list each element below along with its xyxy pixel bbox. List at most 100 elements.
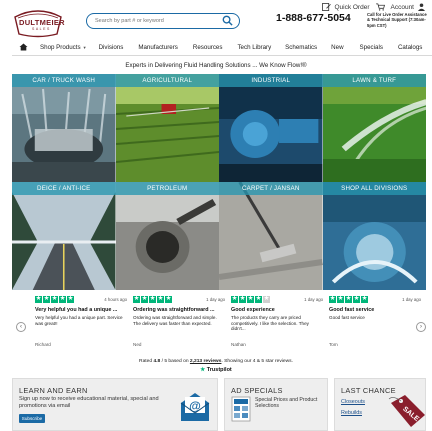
review-body: Ordering was straightforward and simple.…: [133, 315, 217, 326]
cart-icon: [375, 3, 385, 11]
last-chance-panel: LAST CHANCE Closeouts Rebuilds SALE: [334, 378, 426, 431]
lawn-turf-image: [322, 74, 426, 182]
star-icon: [59, 295, 66, 303]
tile-label: INDUSTRIAL: [219, 74, 323, 87]
account-label: Account: [390, 3, 415, 11]
search-input[interactable]: [95, 16, 213, 26]
tile-car-truck-wash[interactable]: CAR / TRUCK WASH: [12, 74, 116, 182]
ad-text: Special Prices and Product Selections: [255, 397, 318, 410]
nav-label: Specials: [359, 43, 383, 51]
rating-pre: Rated: [139, 359, 153, 364]
nav-shop-products[interactable]: Shop Products ▼: [40, 44, 87, 51]
review-title: Ordering was straightforward ...: [133, 307, 215, 313]
star-icon: [149, 295, 156, 303]
star-icon: [247, 295, 254, 303]
reviews-carousel: ‹ › 4 hours ago Very helpful you had a u…: [12, 295, 426, 358]
category-grid: CAR / TRUCK WASH AGRICULTURAL INDUSTRIAL: [12, 74, 426, 290]
star-icon: [337, 295, 344, 303]
review-date: 1 day ago: [206, 297, 225, 302]
tile-industrial[interactable]: INDUSTRIAL: [219, 74, 323, 182]
ad-specials-panel[interactable]: AD SPECIALS Special Prices and Product S…: [224, 378, 328, 431]
review-body: Good fast service: [329, 315, 365, 320]
rating-summary: Rated 4.8 / 5 based on 2,213 reviews. Sh…: [0, 359, 432, 364]
tile-deice-anti-ice[interactable]: DEICE / ANTI-ICE: [12, 182, 116, 290]
star-icon: [353, 295, 360, 303]
sale-tag-icon[interactable]: SALE: [387, 393, 427, 429]
nav-schematics[interactable]: Schematics: [285, 44, 317, 51]
agricultural-image: [115, 74, 219, 182]
quick-order-link[interactable]: Quick Order: [322, 3, 370, 11]
rating-post: . Showing our 4 & 5 star reviews.: [221, 359, 293, 364]
nav-catalogs[interactable]: Catalogs: [398, 44, 422, 51]
tile-petroleum[interactable]: PETROLEUM: [115, 182, 219, 290]
review-title: Good fast service: [329, 307, 375, 313]
tile-label: AGRICULTURAL: [115, 74, 219, 87]
review-card[interactable]: 4 hours ago Very helpful you had a uniqu…: [35, 295, 127, 358]
quick-order-icon: [322, 3, 332, 11]
tile-shop-all-divisions[interactable]: SHOP ALL DIVISIONS: [322, 182, 426, 290]
phone-number[interactable]: 1-888-677-5054: [276, 12, 351, 24]
chevron-down-icon: ▼: [82, 44, 87, 50]
nav-specials[interactable]: Specials: [360, 44, 383, 51]
home-button[interactable]: [14, 42, 32, 52]
nav-label: Schematics: [285, 43, 318, 51]
reviewer-name: Richard: [35, 342, 51, 347]
svg-text:@: @: [189, 399, 201, 413]
star-icon: [361, 295, 368, 303]
tile-label: LAWN & TURF: [322, 74, 426, 87]
review-card[interactable]: 1 day ago Good fast service Good fast se…: [329, 295, 421, 358]
tile-label: CARPET / JANSAN: [219, 182, 323, 195]
nav-divisions[interactable]: Divisions: [99, 44, 124, 51]
nav-tech-library[interactable]: Tech Library: [237, 44, 271, 51]
nav-resources[interactable]: Resources: [193, 44, 223, 51]
nav-divider: [12, 55, 432, 56]
star-icon: [239, 295, 246, 303]
nav-label: Tech Library: [237, 43, 272, 51]
main-nav: Shop Products ▼ Divisions Manufacturers R…: [12, 40, 432, 54]
review-title: Good experience: [231, 307, 275, 313]
reviewer-name: Nathan: [231, 342, 246, 347]
learn-text: Sign up now to receive educational mater…: [19, 396, 159, 409]
ad-title: AD SPECIALS: [231, 386, 283, 395]
closeouts-link[interactable]: Closeouts: [341, 399, 365, 405]
star-icon: [157, 295, 164, 303]
tile-carpet-jansan[interactable]: CARPET / JANSAN: [219, 182, 323, 290]
carpet-image: [219, 182, 323, 290]
tile-lawn-turf[interactable]: LAWN & TURF: [322, 74, 426, 182]
brand-logo[interactable]: DULTMEIER SALES: [12, 8, 65, 38]
nav-label: New: [331, 43, 344, 51]
star-icon: [133, 295, 140, 303]
star-icon: [329, 295, 336, 303]
home-icon: [19, 43, 27, 51]
review-card[interactable]: 1 day ago Good experience The products t…: [231, 295, 323, 358]
nav-new[interactable]: New: [331, 44, 343, 51]
tile-label: CAR / TRUCK WASH: [12, 74, 116, 87]
star-icon: [231, 295, 238, 303]
car-wash-image: [12, 74, 116, 182]
review-body: Very helpful you had a unique part. Serv…: [35, 315, 123, 326]
nav-manufacturers[interactable]: Manufacturers: [138, 44, 178, 51]
rating-count-link[interactable]: 2,213 reviews: [190, 359, 222, 364]
quick-order-label: Quick Order: [334, 3, 370, 11]
review-card[interactable]: 1 day ago Ordering was straightforward .…: [133, 295, 225, 358]
account-link[interactable]: Account: [391, 3, 427, 11]
shop-all-image: [322, 182, 426, 290]
brand-name: DULTMEIER: [19, 18, 65, 27]
tile-agricultural[interactable]: AGRICULTURAL: [115, 74, 219, 182]
search-bar: [86, 13, 240, 29]
cart-link[interactable]: [375, 3, 385, 11]
rebuilds-link[interactable]: Rebuilds: [341, 410, 362, 416]
star-icon: [43, 295, 50, 303]
star-icon: [35, 295, 42, 303]
rating-score: 4.8: [153, 359, 161, 364]
trustpilot-logo[interactable]: ★ Trustpilot: [0, 367, 432, 373]
review-date: 1 day ago: [304, 297, 323, 302]
trustpilot-brand: Trustpilot: [206, 367, 232, 373]
prev-arrow-button[interactable]: ‹: [16, 322, 26, 332]
search-icon[interactable]: [222, 15, 233, 26]
subscribe-button[interactable]: Subscribe: [19, 414, 45, 423]
review-date: 4 hours ago: [104, 297, 127, 302]
tile-label: DEICE / ANTI-ICE: [12, 182, 116, 195]
reviewer-name: Ned: [133, 342, 142, 347]
star-icon: [165, 295, 172, 303]
